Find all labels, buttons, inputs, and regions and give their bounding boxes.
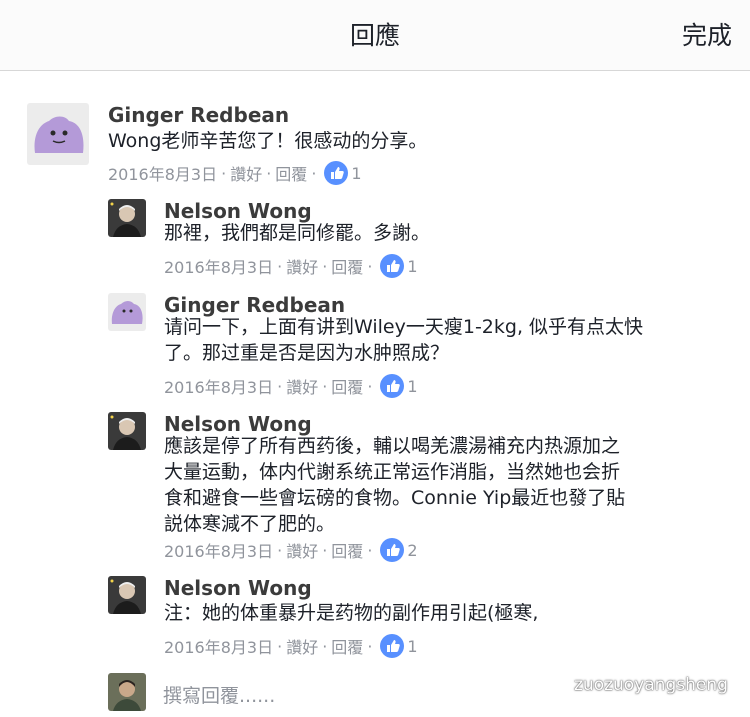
current-user-avatar (108, 673, 146, 711)
page-title: 回應 (349, 21, 400, 50)
watermark-text: zuozuoyangsheng (574, 674, 728, 695)
like-button[interactable]: 讚好 (286, 634, 318, 658)
thumbs-up-icon[interactable] (380, 538, 405, 562)
header-bar: 回應 完成 (0, 0, 750, 71)
reply-button[interactable]: 回覆 (331, 634, 363, 658)
avatar[interactable] (27, 103, 89, 165)
done-button[interactable]: 完成 (682, 16, 732, 52)
comment-text: 那裡，我們都是同修罷。多謝。 (164, 222, 431, 244)
comment-text: 请问一下，上面有讲到Wiley一天瘦1-2kg, 似乎有点太快 了。那过重是否是… (164, 316, 644, 364)
thumbs-up-icon[interactable] (380, 634, 405, 658)
like-count: 1 (407, 256, 418, 276)
wechat-icon (546, 672, 568, 697)
comment-text: Wong老师辛苦您了！很感动的分享。 (108, 130, 428, 152)
comment-date[interactable]: 2016年8月3日 (164, 538, 273, 562)
reply-button[interactable]: 回覆 (331, 538, 363, 562)
like-button[interactable]: 讚好 (286, 538, 318, 562)
avatar[interactable] (108, 293, 146, 331)
avatar[interactable] (108, 576, 146, 614)
comment-meta: 2016年8月3日 · 讚好 · 回覆 · 1 (108, 161, 362, 185)
comment-date[interactable]: 2016年8月3日 (164, 374, 273, 398)
comment: Ginger Redbean Wong老师辛苦您了！很感动的分享。 2016年8… (27, 103, 727, 188)
reply-comment: Ginger Redbean 请问一下，上面有讲到Wiley一天瘦1-2kg, … (108, 293, 728, 403)
avatar[interactable] (108, 199, 146, 237)
reply-comment: Nelson Wong 注：她的体重暴升是药物的副作用引起(極寒, 2016年8… (108, 576, 728, 661)
comment-date[interactable]: 2016年8月3日 (108, 161, 217, 185)
comment-date[interactable]: 2016年8月3日 (164, 634, 273, 658)
reply-input[interactable]: 撰寫回覆...... (163, 681, 275, 708)
like-button[interactable]: 讚好 (286, 254, 318, 278)
like-button[interactable]: 讚好 (286, 374, 318, 398)
reply-button[interactable]: 回覆 (331, 374, 363, 398)
thumbs-up-icon[interactable] (380, 374, 405, 398)
comment-date[interactable]: 2016年8月3日 (164, 254, 273, 278)
like-count: 1 (351, 163, 362, 183)
thumbs-up-icon[interactable] (380, 254, 405, 278)
like-button[interactable]: 讚好 (230, 161, 262, 185)
thumbs-up-icon[interactable] (324, 161, 349, 185)
comment-text: 應該是停了所有西药後，輔以喝羌濃湯補充内热源加之 大量运動，体内代謝系统正常运作… (164, 435, 626, 535)
comment-meta: 2016年8月3日 · 讚好 · 回覆 · 2 (164, 538, 418, 562)
reply-comment: Nelson Wong 那裡，我們都是同修罷。多謝。 2016年8月3日 · 讚… (108, 199, 728, 279)
like-count: 2 (407, 540, 418, 560)
like-count: 1 (407, 636, 418, 656)
comment-text: 注：她的体重暴升是药物的副作用引起(極寒, (164, 602, 539, 624)
reply-comment: Nelson Wong 應該是停了所有西药後，輔以喝羌濃湯補充内热源加之 大量运… (108, 412, 728, 567)
comment-meta: 2016年8月3日 · 讚好 · 回覆 · 1 (164, 634, 418, 658)
like-count: 1 (407, 376, 418, 396)
commenter-name[interactable]: Ginger Redbean (108, 103, 289, 127)
watermark: zuozuoyangsheng (546, 672, 728, 697)
reply-button[interactable]: 回覆 (331, 254, 363, 278)
commenter-name[interactable]: Nelson Wong (164, 576, 312, 600)
comment-meta: 2016年8月3日 · 讚好 · 回覆 · 1 (164, 254, 418, 278)
reply-button[interactable]: 回覆 (275, 161, 307, 185)
avatar[interactable] (108, 412, 146, 450)
comment-meta: 2016年8月3日 · 讚好 · 回覆 · 1 (164, 374, 418, 398)
